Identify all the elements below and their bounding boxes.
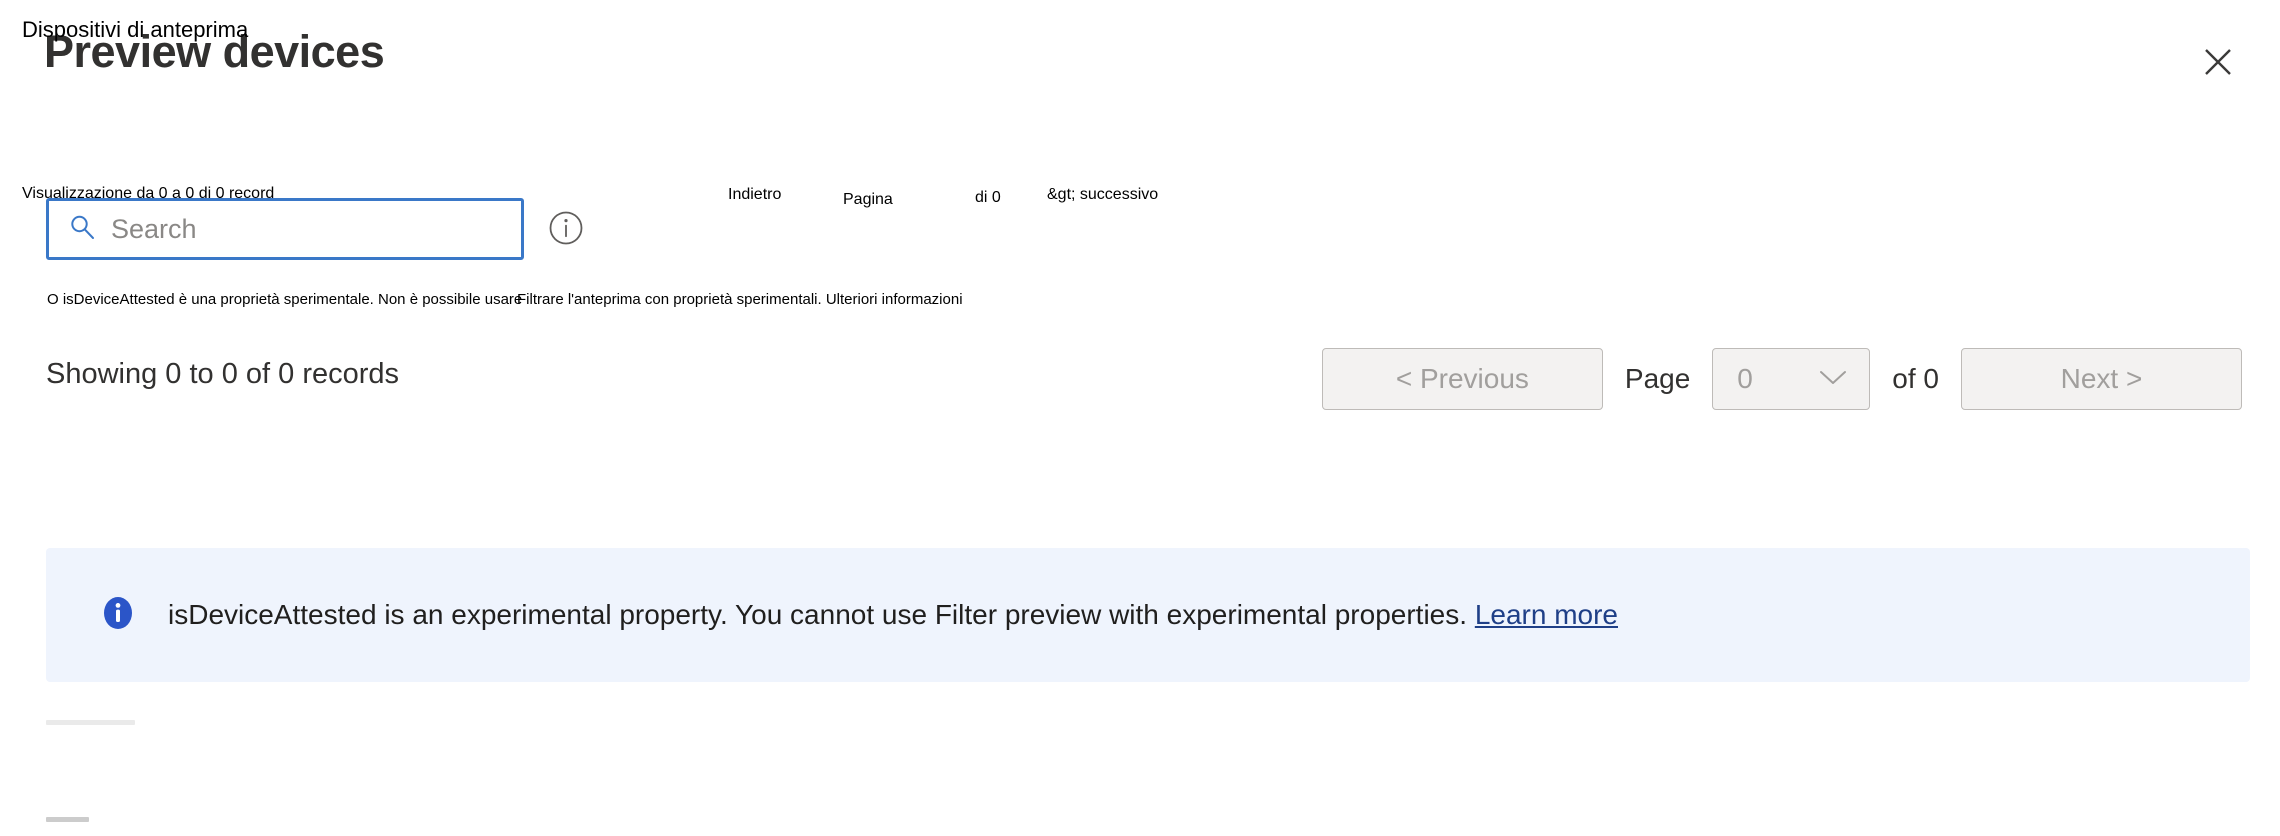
info-circle-icon [546,208,586,251]
skeleton-placeholder-bar [46,720,135,725]
loc-note-title: Dispositivi di anteprima [22,17,249,42]
experimental-property-banner: isDeviceAttested is an experimental prop… [46,548,2250,682]
loc-note-page: Pagina [843,191,893,208]
panel-header: Preview devices [0,0,2280,120]
page-number-select[interactable]: 0 [1712,348,1871,410]
chevron-down-icon [1817,367,1849,392]
search-info-button[interactable] [546,209,586,249]
page-label: Page [1624,363,1691,394]
records-row: Showing 0 to 0 of 0 records < Previous P… [0,348,2280,418]
search-row [46,198,586,260]
info-filled-icon [98,593,138,638]
close-button[interactable] [2194,38,2242,86]
previous-page-button[interactable]: < Previous [1321,348,1603,410]
loc-note-banner-part2: Filtrare l'anteprima con proprietà speri… [517,291,963,308]
learn-more-link[interactable]: Learn more [1475,599,1618,630]
loc-note-of: di 0 [975,189,1001,206]
next-page-button[interactable]: Next > [1961,348,2242,410]
skeleton-placeholder-bar [46,817,89,822]
loc-note-banner-part1: O isDeviceAttested è una proprietà speri… [47,291,523,308]
search-icon [67,212,97,247]
search-input[interactable] [111,213,509,245]
pagination: < Previous Page 0 of 0 Next > [1321,348,2242,410]
page-number-value: 0 [1737,363,1753,394]
search-box[interactable] [46,198,524,260]
loc-note-next: &gt; successivo [1047,186,1159,203]
close-icon [2198,42,2238,82]
banner-message: isDeviceAttested is an experimental prop… [168,598,1468,630]
records-count-label: Showing 0 to 0 of 0 records [46,358,400,390]
page-total-label: of 0 [1892,363,1939,394]
loc-note-showing-records: Visualizzazione da 0 a 0 di 0 record [22,185,275,202]
banner-text: isDeviceAttested is an experimental prop… [168,597,1618,633]
loc-note-previous: Indietro [728,186,782,203]
